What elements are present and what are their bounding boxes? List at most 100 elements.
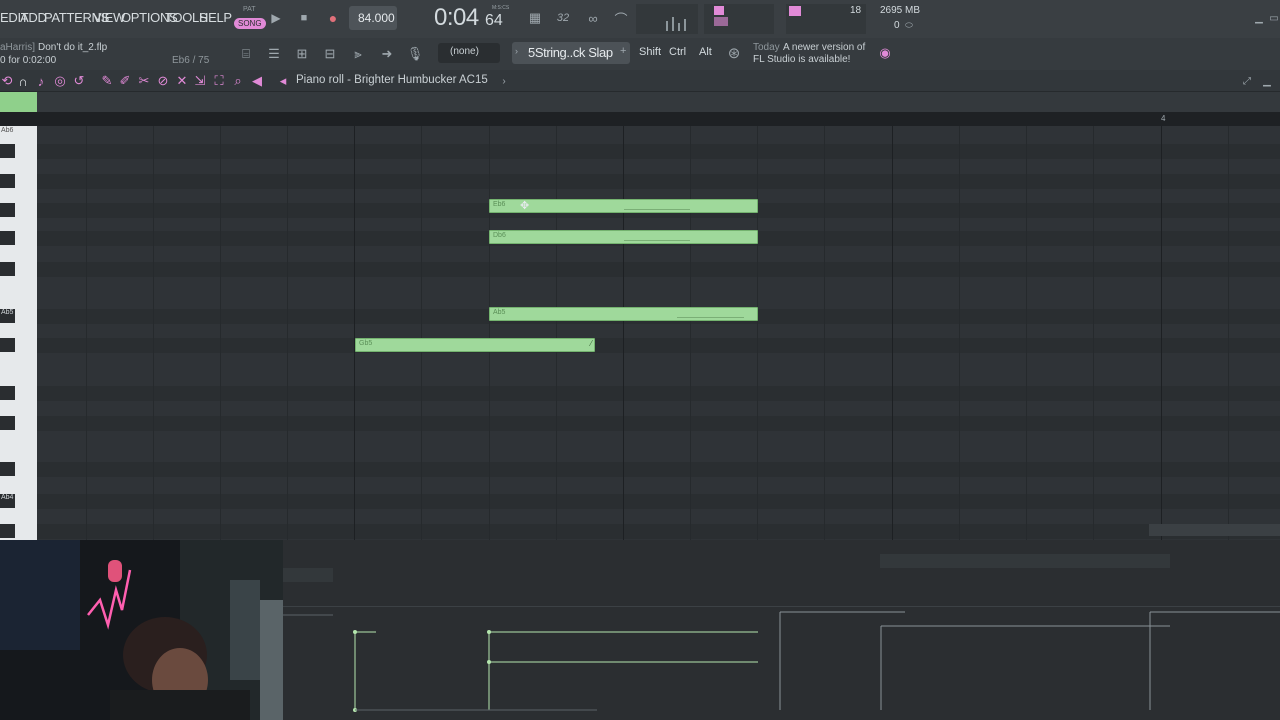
time-unit: M:S:CS — [492, 5, 510, 11]
black-key[interactable] — [0, 524, 15, 538]
instrument-selector[interactable]: › 5String..ck Slap + — [512, 42, 630, 64]
tempo-value: 84.000 — [358, 11, 395, 25]
record-icon[interactable]: ● — [325, 10, 341, 26]
magnet-icon[interactable]: ∩ — [16, 73, 30, 89]
blend-notes-icon[interactable]: ∞ — [582, 10, 604, 26]
pattern-selector[interactable]: (none) — [438, 43, 500, 63]
timeline-bar-marker: 4 — [1161, 114, 1166, 123]
grid-line — [1228, 126, 1229, 540]
black-key[interactable] — [0, 462, 15, 476]
news-icon[interactable]: ⊛ — [724, 43, 744, 63]
arrow-right-icon[interactable]: ➜ — [377, 44, 397, 64]
options-icon[interactable]: ⟲ — [0, 73, 14, 89]
grid-line — [1093, 126, 1094, 540]
webcam-image — [0, 540, 283, 720]
pat-label: PAT — [243, 6, 256, 13]
menu-add[interactable]: ADD — [20, 10, 47, 25]
paint-icon[interactable]: ✐ — [118, 73, 132, 89]
maximize-icon[interactable]: ▭ — [1268, 12, 1280, 24]
news-text-line1[interactable]: A newer version of — [783, 42, 865, 53]
time-centiseconds: 64 — [485, 12, 503, 29]
secondary-toolbar: aHarris] Don't do it_2.flp 0 for 0:02:00… — [0, 38, 1280, 70]
delete-tool-icon[interactable]: ✂ — [137, 73, 151, 89]
horizontal-scrollbar[interactable] — [1149, 524, 1280, 536]
microphone-icon[interactable]: 🎙 — [405, 44, 425, 64]
alt-button[interactable]: Alt — [699, 46, 712, 58]
snap-icon[interactable]: ♪ — [34, 73, 48, 89]
grid-line — [489, 126, 490, 540]
note-grid[interactable]: Eb6 ✥ Db6 Ab5 Gb5 ⁄ — [37, 126, 1280, 540]
grid-line — [959, 126, 960, 540]
mixer-icon[interactable]: ⫸ — [348, 44, 368, 64]
time-value: 0:04 — [434, 4, 479, 31]
minimize-icon[interactable]: ▁ — [1252, 12, 1266, 24]
black-key[interactable] — [0, 203, 15, 217]
project-author: aHarris] — [0, 42, 36, 53]
note-gb5[interactable]: Gb5 ⁄ — [355, 338, 595, 352]
black-key[interactable] — [0, 262, 15, 276]
piano-roll-icon[interactable]: ⊞ — [292, 44, 312, 64]
note-label: Ab5 — [493, 309, 506, 316]
black-key[interactable] — [0, 338, 15, 352]
ctrl-button[interactable]: Ctrl — [669, 46, 686, 58]
shift-button[interactable]: Shift — [639, 46, 661, 58]
grid-line — [153, 126, 154, 540]
grid-line — [86, 126, 87, 540]
piano-roll-toolbar: ⟲ ∩ ♪ ◎ ↺ ✎ ✐ ✂ ⊘ ✕ ⇲ ⛶ ⌕ ◀ ◂ Piano roll… — [0, 70, 1280, 92]
note-eb6[interactable]: Eb6 ✥ — [489, 199, 758, 213]
title-arrow-icon[interactable]: › — [498, 73, 510, 89]
black-key[interactable] — [0, 174, 15, 188]
add-instrument-icon: + — [620, 45, 627, 57]
cpu-value: 18 — [850, 5, 862, 16]
tempo-field[interactable]: 84.000 — [349, 6, 397, 30]
note-ab5[interactable]: Ab5 — [489, 307, 758, 321]
select-tool-icon[interactable]: ⛶ — [212, 73, 226, 89]
step-edit-icon[interactable]: 32 — [552, 10, 574, 26]
grid-line — [757, 126, 758, 540]
minimize-pr-icon[interactable]: ▁ — [1260, 73, 1274, 89]
polyphony-value: 0 — [894, 20, 900, 31]
cpu-graph — [636, 4, 698, 34]
grid-line — [287, 126, 288, 540]
piano-roll-menu-icon[interactable]: ◂ — [276, 73, 290, 89]
metronome-icon[interactable]: ⌒ — [610, 10, 632, 27]
news-text-line2[interactable]: FL Studio is available! — [753, 54, 850, 65]
playback-tool-icon[interactable]: ◀ — [250, 73, 264, 89]
channel-rack-icon[interactable]: ☰ — [264, 44, 284, 64]
cursor-icon: ✥ — [520, 200, 530, 212]
detach-icon[interactable]: ⤢ — [1240, 73, 1254, 89]
grid-line — [1026, 126, 1027, 540]
note-label: Db6 — [493, 232, 506, 239]
black-key[interactable] — [0, 416, 15, 430]
timeline-ruler[interactable]: 4 — [0, 112, 1280, 126]
note-db6[interactable]: Db6 — [489, 230, 758, 244]
grid-line — [421, 126, 422, 540]
browser-icon[interactable]: ⊟ — [320, 44, 340, 64]
instrument-arrow-icon: › — [515, 46, 518, 56]
slip-tool-icon[interactable]: ⇲ — [193, 73, 207, 89]
black-key[interactable] — [0, 386, 15, 400]
grid-line — [690, 126, 691, 540]
target-icon[interactable]: ◎ — [53, 73, 67, 89]
slice-tool-icon[interactable]: ✕ — [175, 73, 189, 89]
black-key[interactable] — [0, 144, 15, 158]
loop-icon[interactable]: ↺ — [72, 73, 86, 89]
play-icon[interactable]: ▶ — [268, 10, 284, 26]
piano-roll-title: Piano roll - Brighter Humbucker AC15 — [296, 74, 488, 86]
pat-song-toggle[interactable]: PAT SONG — [232, 6, 266, 32]
mute-tool-icon[interactable]: ⊘ — [156, 73, 170, 89]
memory-value: 2695 MB — [880, 5, 921, 16]
menu-help[interactable]: HELP — [199, 10, 232, 25]
polyphony-icon[interactable]: ⬭ — [902, 20, 916, 30]
typing-keyboard-icon[interactable]: ▦ — [524, 10, 546, 26]
grid-line — [824, 126, 825, 540]
time-display[interactable]: 0:04 64 M:S:CS — [432, 4, 522, 34]
playlist-icon[interactable]: ⌸ — [236, 44, 256, 64]
pencil-icon[interactable]: ✎ — [100, 73, 114, 89]
zoom-tool-icon[interactable]: ⌕ — [231, 73, 245, 89]
song-label: SONG — [234, 18, 266, 29]
black-key[interactable] — [0, 231, 15, 245]
stop-icon[interactable]: ■ — [296, 10, 312, 26]
piano-keyboard[interactable]: Ab6 Ab5 Ab4 — [0, 126, 37, 540]
online-icon[interactable]: ◉ — [876, 44, 894, 62]
